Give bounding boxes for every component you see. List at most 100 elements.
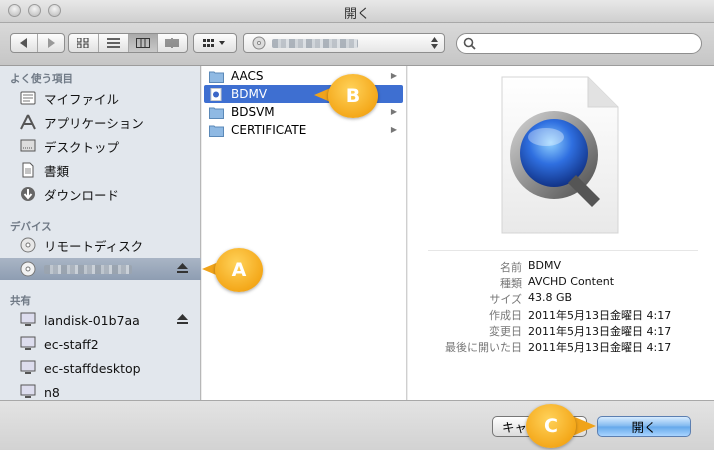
column-row-label: BDSVM: [231, 105, 275, 119]
title-bar: 開く: [0, 0, 714, 23]
sidebar-item-desktop[interactable]: デスクトップ: [0, 135, 201, 157]
list-view-button[interactable]: [99, 34, 129, 52]
info-key: 最後に開いた日: [445, 341, 522, 354]
disc-icon: [19, 260, 37, 278]
location-name-redacted: [272, 39, 358, 48]
sidebar-item-ec-staffdesktop[interactable]: ec-staffdesktop: [0, 357, 201, 379]
info-value: BDMV: [528, 259, 562, 272]
info-row-created: 作成日 2011年5月13日金曜日 4:17: [408, 307, 714, 323]
info-value: 2011年5月13日金曜日 4:17: [528, 325, 672, 338]
info-value: 2011年5月13日金曜日 4:17: [528, 341, 672, 354]
info-key: 種類: [500, 277, 522, 290]
column-view-button[interactable]: [128, 34, 159, 52]
sidebar-item-label: デスクトップ: [44, 139, 120, 155]
sidebar-item-applications[interactable]: アプリケーション: [0, 111, 201, 133]
chevron-left-icon: [20, 38, 27, 48]
callout-bubble-c: C: [526, 404, 576, 448]
quicktime-file-icon: [210, 87, 222, 101]
arrange-grid-icon: [203, 39, 225, 47]
info-row-name: 名前 BDMV: [408, 259, 714, 275]
info-key: 変更日: [489, 325, 522, 338]
arrange-menu-button[interactable]: [193, 33, 237, 53]
network-computer-icon: [19, 311, 37, 329]
disclosure-arrow-icon: ▶: [390, 107, 397, 116]
sidebar: よく使う項目 マイファイル アプリケーション デスクトップ 書類 ダウンロード …: [0, 66, 201, 400]
location-popup[interactable]: [243, 33, 445, 53]
preview-divider: [428, 250, 698, 251]
sidebar-item-label: landisk-01b7aa: [44, 312, 140, 328]
network-computer-icon: [19, 383, 37, 401]
sidebar-item-label: ec-staffdesktop: [44, 360, 141, 376]
sidebar-item-label: ダウンロード: [44, 187, 120, 203]
icon-view-button[interactable]: [69, 34, 99, 52]
sidebar-item-label: ec-staff2: [44, 336, 99, 352]
list-view-icon: [106, 38, 120, 48]
up-down-arrows-icon: [431, 37, 438, 49]
sidebar-item-label: 書類: [44, 163, 70, 179]
sidebar-item-landisk[interactable]: landisk-01b7aa: [0, 309, 201, 331]
file-column: AACS ▶ BDMV BDSVM ▶ CERTIFICATE ▶: [202, 66, 407, 400]
info-value: AVCHD Content: [528, 275, 615, 288]
info-key: サイズ: [489, 293, 522, 306]
search-field[interactable]: [456, 33, 702, 54]
info-value: 2011年5月13日金曜日 4:17: [528, 309, 672, 322]
coverflow-view-icon: [165, 38, 179, 48]
network-computer-icon: [19, 335, 37, 353]
downloads-icon: [19, 185, 37, 203]
sidebar-item-downloads[interactable]: ダウンロード: [0, 183, 201, 205]
info-value: 43.8 GB: [528, 291, 573, 304]
my-files-icon: [19, 89, 37, 107]
remote-disc-icon: [19, 236, 37, 254]
favorites-header: よく使う項目: [10, 73, 73, 85]
column-row-label: CERTIFICATE: [231, 123, 307, 137]
chevron-right-icon: [48, 38, 55, 48]
quicktime-file-icon: [501, 76, 619, 234]
folder-icon: [209, 125, 224, 137]
column-view-icon: [135, 38, 150, 48]
sidebar-item-remote-disc[interactable]: リモートディスク: [0, 234, 201, 256]
bottom-bar: キャ 開く: [0, 400, 714, 450]
open-button[interactable]: 開く: [597, 416, 691, 437]
folder-icon: [209, 71, 224, 83]
callout-bubble-b: B: [328, 74, 378, 118]
open-dialog-window: 開く よく使う項目 マイファイル アプリケーション デスクトップ 書類 ダウンロ…: [0, 0, 714, 450]
arrange-menu-inner: [194, 34, 236, 52]
sidebar-item-my-files[interactable]: マイファイル: [0, 87, 201, 109]
applications-icon: [19, 113, 37, 131]
sidebar-item-ec-staff2[interactable]: ec-staff2: [0, 333, 201, 355]
eject-icon[interactable]: [177, 314, 188, 325]
documents-icon: [19, 161, 37, 179]
info-row-size: サイズ 43.8 GB: [408, 291, 714, 307]
window-title: 開く: [343, 7, 370, 22]
column-row-label: BDMV: [231, 87, 268, 101]
disc-icon: [252, 36, 266, 50]
sidebar-item-disc-selected[interactable]: [0, 258, 201, 280]
sidebar-item-label: n8: [44, 384, 60, 400]
coverflow-view-button[interactable]: [158, 34, 187, 52]
info-key: 名前: [500, 261, 522, 274]
info-row-modified: 変更日 2011年5月13日金曜日 4:17: [408, 323, 714, 339]
disc-name-redacted: [44, 264, 132, 274]
sidebar-item-documents[interactable]: 書類: [0, 159, 201, 181]
info-row-kind: 種類 AVCHD Content: [408, 275, 714, 291]
sidebar-item-label: アプリケーション: [44, 115, 144, 131]
devices-header: デバイス: [10, 221, 52, 233]
sidebar-item-label: マイファイル: [44, 91, 120, 107]
back-forward-control: [10, 33, 65, 53]
icon-view-icon: [77, 38, 89, 48]
search-input[interactable]: [479, 36, 697, 52]
forward-button[interactable]: [38, 34, 64, 52]
disclosure-arrow-icon: ▶: [390, 125, 397, 134]
column-row-label: AACS: [231, 69, 264, 83]
preview-pane: 名前 BDMV 種類 AVCHD Content サイズ 43.8 GB 作成日…: [408, 66, 714, 400]
shared-header: 共有: [10, 295, 31, 307]
network-computer-icon: [19, 359, 37, 377]
eject-icon[interactable]: [177, 263, 188, 274]
column-row-certificate[interactable]: CERTIFICATE ▶: [204, 121, 403, 139]
open-button-label: 開く: [631, 420, 657, 435]
sidebar-item-label: リモートディスク: [44, 238, 144, 254]
cancel-button-label: キャ: [501, 420, 527, 435]
callout-bubble-a: A: [215, 248, 263, 292]
back-button[interactable]: [11, 34, 38, 52]
search-icon: [463, 37, 476, 50]
